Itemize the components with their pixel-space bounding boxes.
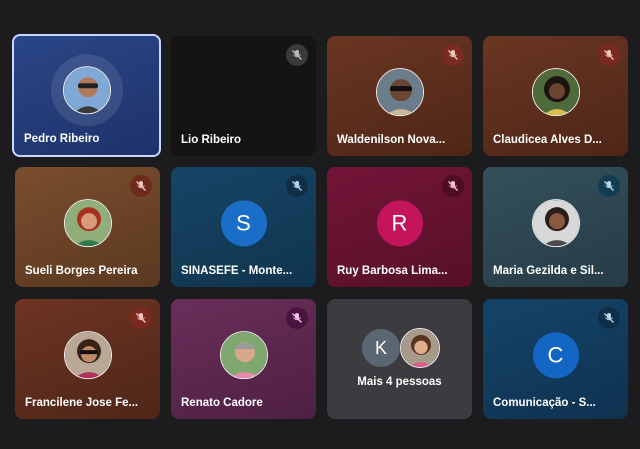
mic-off-icon <box>286 44 308 66</box>
mic-off-icon <box>598 175 620 197</box>
participant-name: Waldenilson Nova... <box>337 134 446 146</box>
speaking-indicator <box>50 53 123 126</box>
avatar <box>400 328 440 368</box>
mic-off-icon <box>286 175 308 197</box>
participant-tile[interactable]: Waldenilson Nova... <box>327 36 472 156</box>
avatar <box>375 68 424 117</box>
participant-tile[interactable]: Lio Ribeiro <box>171 36 316 156</box>
avatar: R <box>376 200 423 247</box>
participant-tile[interactable]: C Comunicação - S... <box>483 299 628 419</box>
mic-off-icon <box>130 307 152 329</box>
avatar <box>63 331 112 380</box>
mic-off-icon <box>598 44 620 66</box>
overflow-avatars: K <box>362 328 442 369</box>
participant-name: Francilene Jose Fe... <box>25 397 139 409</box>
participant-name: Claudicea Alves D... <box>493 134 602 146</box>
participant-name: Comunicação - S... <box>493 397 596 409</box>
participant-tile[interactable]: R Ruy Barbosa Lima... <box>327 167 472 287</box>
participant-name: Renato Cadore <box>181 397 263 409</box>
participant-name: Maria Gezilda e Sil... <box>493 265 604 277</box>
more-participants-label: Mais 4 pessoas <box>357 376 442 388</box>
mic-off-icon <box>286 307 308 329</box>
participant-name: Pedro Ribeiro <box>24 133 100 145</box>
participant-name: Lio Ribeiro <box>181 134 242 146</box>
avatar <box>219 331 268 380</box>
mic-off-icon <box>598 307 620 329</box>
participant-tile[interactable]: Sueli Borges Pereira <box>15 167 160 287</box>
avatar <box>531 199 580 248</box>
more-participants-tile[interactable]: K Mais 4 pessoas <box>327 299 472 419</box>
participant-tile[interactable]: Francilene Jose Fe... <box>15 299 160 419</box>
mic-off-icon <box>130 175 152 197</box>
avatar <box>531 68 580 117</box>
avatar: C <box>532 332 579 379</box>
avatar: S <box>220 200 267 247</box>
participant-tile[interactable]: Renato Cadore <box>171 299 316 419</box>
avatar <box>63 199 112 248</box>
participant-name: Ruy Barbosa Lima... <box>337 265 448 277</box>
participant-name: SINASEFE - Monte... <box>181 265 293 277</box>
avatar <box>62 65 111 114</box>
participant-tile[interactable]: S SINASEFE - Monte... <box>171 167 316 287</box>
mic-off-icon <box>442 44 464 66</box>
participant-tile[interactable]: Pedro Ribeiro <box>12 34 161 157</box>
avatar: K <box>362 329 400 367</box>
participant-name: Sueli Borges Pereira <box>25 265 138 277</box>
mic-off-icon <box>442 175 464 197</box>
participant-tile[interactable]: Maria Gezilda e Sil... <box>483 167 628 287</box>
participant-tile[interactable]: Claudicea Alves D... <box>483 36 628 156</box>
